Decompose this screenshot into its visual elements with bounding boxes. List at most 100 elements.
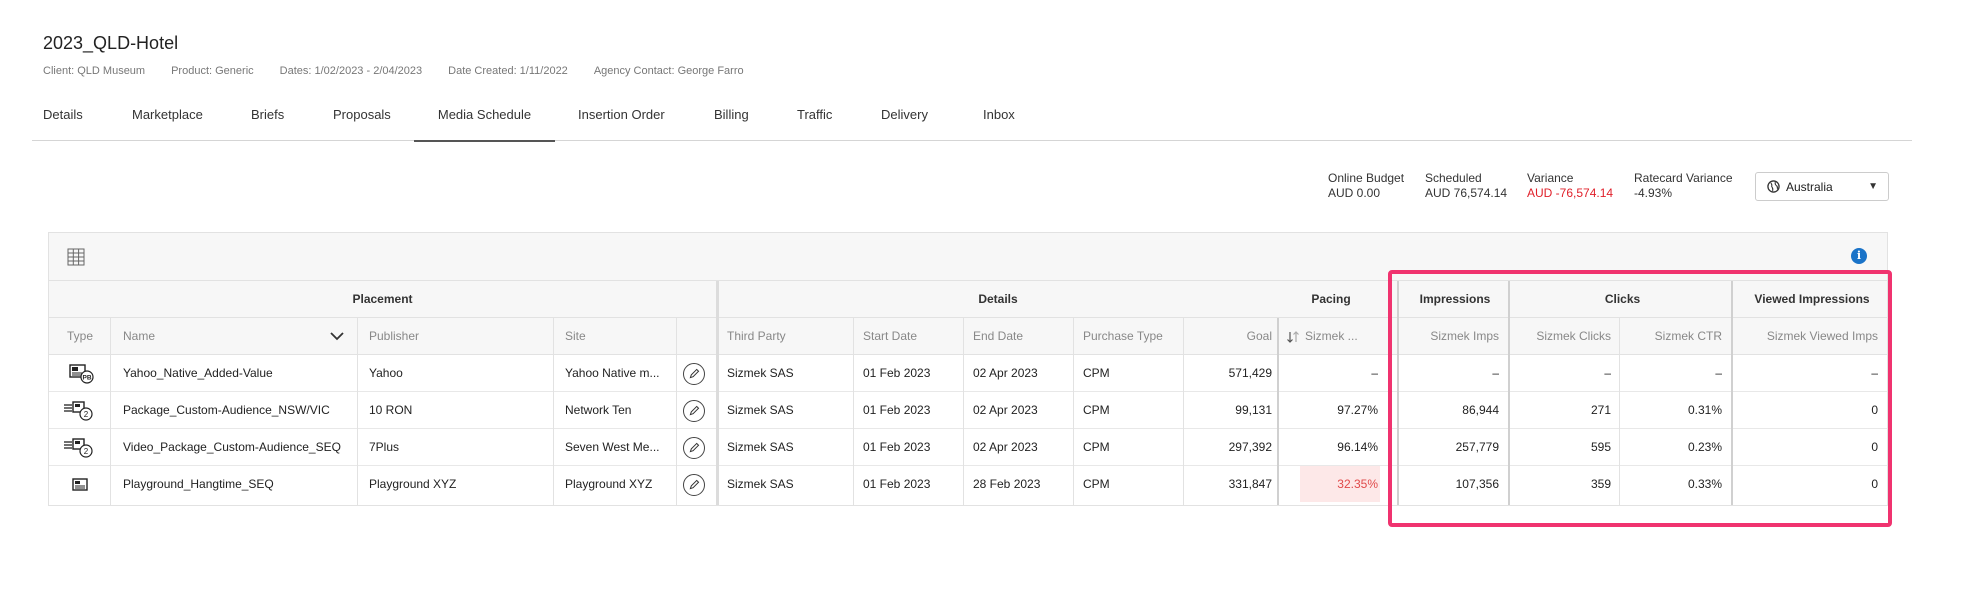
col-publisher[interactable]: Publisher — [369, 318, 509, 355]
goal: 297,392 — [1228, 440, 1272, 454]
publisher: 10 RON — [369, 403, 413, 417]
tab-traffic[interactable]: Traffic — [797, 104, 832, 141]
tab-inbox[interactable]: Inbox — [983, 104, 1015, 141]
scheduled-label: Scheduled — [1425, 171, 1482, 185]
sizmek-imps: 86,944 — [1462, 403, 1499, 417]
tab-briefs[interactable]: Briefs — [251, 104, 284, 141]
group-placement: Placement — [352, 292, 413, 306]
display-ad-icon — [72, 478, 88, 491]
column-divider — [853, 318, 854, 505]
col-end-date[interactable]: End Date — [973, 318, 1073, 355]
sizmek-viewed-imps: 0 — [1871, 403, 1878, 417]
page-title: 2023_QLD-Hotel — [43, 33, 179, 53]
info-icon[interactable]: i — [1851, 248, 1867, 264]
third-party: Sizmek SAS — [727, 440, 794, 454]
online-budget-value: AUD 0.00 — [1328, 186, 1381, 200]
chevron-down-icon[interactable] — [330, 332, 344, 341]
column-divider — [676, 318, 677, 505]
col-site[interactable]: Site — [565, 318, 675, 355]
third-party: Sizmek SAS — [727, 366, 794, 380]
placement-name[interactable]: Playground_Hangtime_SEQ — [123, 466, 359, 503]
meta-dates: Dates: 1/02/2023 - 2/04/2023 — [279, 65, 423, 77]
group-clicks: Clicks — [1604, 292, 1641, 306]
purchase-type: CPM — [1083, 440, 1110, 454]
start-date: 01 Feb 2023 — [863, 366, 931, 380]
type-badge: PB — [82, 375, 91, 382]
col-sizmek-imps[interactable]: Sizmek Imps — [1401, 318, 1499, 355]
group-divider — [1397, 281, 1399, 505]
column-divider — [357, 318, 358, 505]
publisher: 7Plus — [369, 440, 400, 454]
table-row[interactable]: 2 Video_Package_Custom-Audience_SEQ 7Plu… — [49, 429, 1887, 466]
sort-arrows-icon[interactable] — [1286, 331, 1300, 343]
native-ad-icon: PB — [69, 364, 94, 384]
purchase-type: CPM — [1083, 477, 1110, 491]
col-goal[interactable]: Goal — [1179, 318, 1272, 355]
table-row[interactable]: PB Yahoo_Native_Added-Value Yahoo Yahoo … — [49, 355, 1887, 392]
goal: 331,847 — [1228, 477, 1272, 491]
tab-bar: Details Marketplace Briefs Proposals Med… — [32, 104, 1912, 142]
tab-details[interactable]: Details — [43, 104, 83, 141]
column-divider — [1277, 318, 1279, 505]
site: Yahoo Native m... — [565, 366, 660, 380]
media-schedule-table: i Placement Details Pacing Impressions C… — [48, 232, 1888, 506]
tab-delivery[interactable]: Delivery — [881, 104, 928, 141]
table-row[interactable]: Playground_Hangtime_SEQ Playground XYZ P… — [49, 466, 1887, 503]
sizmek-imps: – — [1492, 366, 1499, 380]
column-divider — [110, 318, 111, 505]
publisher: Yahoo — [369, 366, 403, 380]
type-badge: 2 — [84, 410, 89, 419]
sizmek-ctr: 0.23% — [1687, 440, 1722, 454]
column-grid-icon[interactable] — [67, 248, 85, 266]
tab-marketplace[interactable]: Marketplace — [132, 104, 203, 141]
column-divider — [553, 318, 554, 505]
column-divider — [1183, 318, 1184, 505]
pacing-value: 96.14% — [1337, 440, 1378, 454]
tab-billing[interactable]: Billing — [714, 104, 749, 141]
sizmek-viewed-imps: 0 — [1871, 477, 1878, 491]
group-pacing: Pacing — [1311, 292, 1351, 306]
pacing-value: – — [1371, 366, 1378, 380]
col-start-date[interactable]: Start Date — [863, 318, 963, 355]
placement-name[interactable]: Yahoo_Native_Added-Value — [123, 355, 353, 392]
tab-media-schedule[interactable]: Media Schedule — [414, 104, 555, 142]
col-sizmek-ctr[interactable]: Sizmek CTR — [1623, 318, 1722, 355]
tab-insertion-order[interactable]: Insertion Order — [578, 104, 665, 141]
col-purchase-type[interactable]: Purchase Type — [1083, 318, 1193, 355]
caret-down-icon: ▼ — [1868, 181, 1878, 192]
placement-name[interactable]: Package_Custom-Audience_NSW/VIC — [123, 392, 359, 429]
sizmek-imps: 107,356 — [1455, 477, 1499, 491]
summary-variance: Variance AUD -76,574.14 — [1527, 171, 1613, 201]
end-date: 02 Apr 2023 — [973, 403, 1038, 417]
placement-name[interactable]: Video_Package_Custom-Audience_SEQ — [123, 429, 359, 466]
third-party: Sizmek SAS — [727, 477, 794, 491]
column-group-header: Placement Details Pacing Impressions Cli… — [49, 281, 1887, 318]
table-row[interactable]: 2 Package_Custom-Audience_NSW/VIC 10 RON… — [49, 392, 1887, 429]
meta-client: Client: QLD Museum — [43, 65, 146, 77]
site: Network Ten — [565, 403, 632, 417]
col-sizmek-clicks[interactable]: Sizmek Clicks — [1511, 318, 1611, 355]
edit-icon[interactable] — [683, 363, 705, 385]
sizmek-ctr: 0.33% — [1687, 477, 1722, 491]
sizmek-clicks: 359 — [1590, 477, 1611, 491]
group-impressions: Impressions — [1419, 292, 1491, 306]
col-name[interactable]: Name — [123, 318, 273, 355]
region-select[interactable]: Australia ▼ — [1755, 172, 1889, 201]
purchase-type: CPM — [1083, 403, 1110, 417]
col-type[interactable]: Type — [67, 318, 107, 355]
edit-icon[interactable] — [683, 437, 705, 459]
group-divider — [1508, 281, 1510, 505]
scheduled-value: AUD 76,574.14 — [1425, 186, 1508, 200]
summary-online-budget: Online Budget AUD 0.00 — [1328, 171, 1404, 201]
col-pacing-sizmek[interactable]: Sizmek ... — [1305, 318, 1358, 355]
col-sizmek-viewed-imps[interactable]: Sizmek Viewed Imps — [1735, 318, 1878, 355]
tab-proposals[interactable]: Proposals — [333, 104, 391, 141]
edit-icon[interactable] — [683, 400, 705, 422]
group-divider — [716, 281, 719, 505]
column-divider — [1619, 318, 1620, 505]
edit-icon[interactable] — [683, 474, 705, 496]
package-icon: 2 — [64, 401, 93, 421]
col-third-party[interactable]: Third Party — [727, 318, 847, 355]
sizmek-clicks: 595 — [1590, 440, 1611, 454]
column-divider — [963, 318, 964, 505]
